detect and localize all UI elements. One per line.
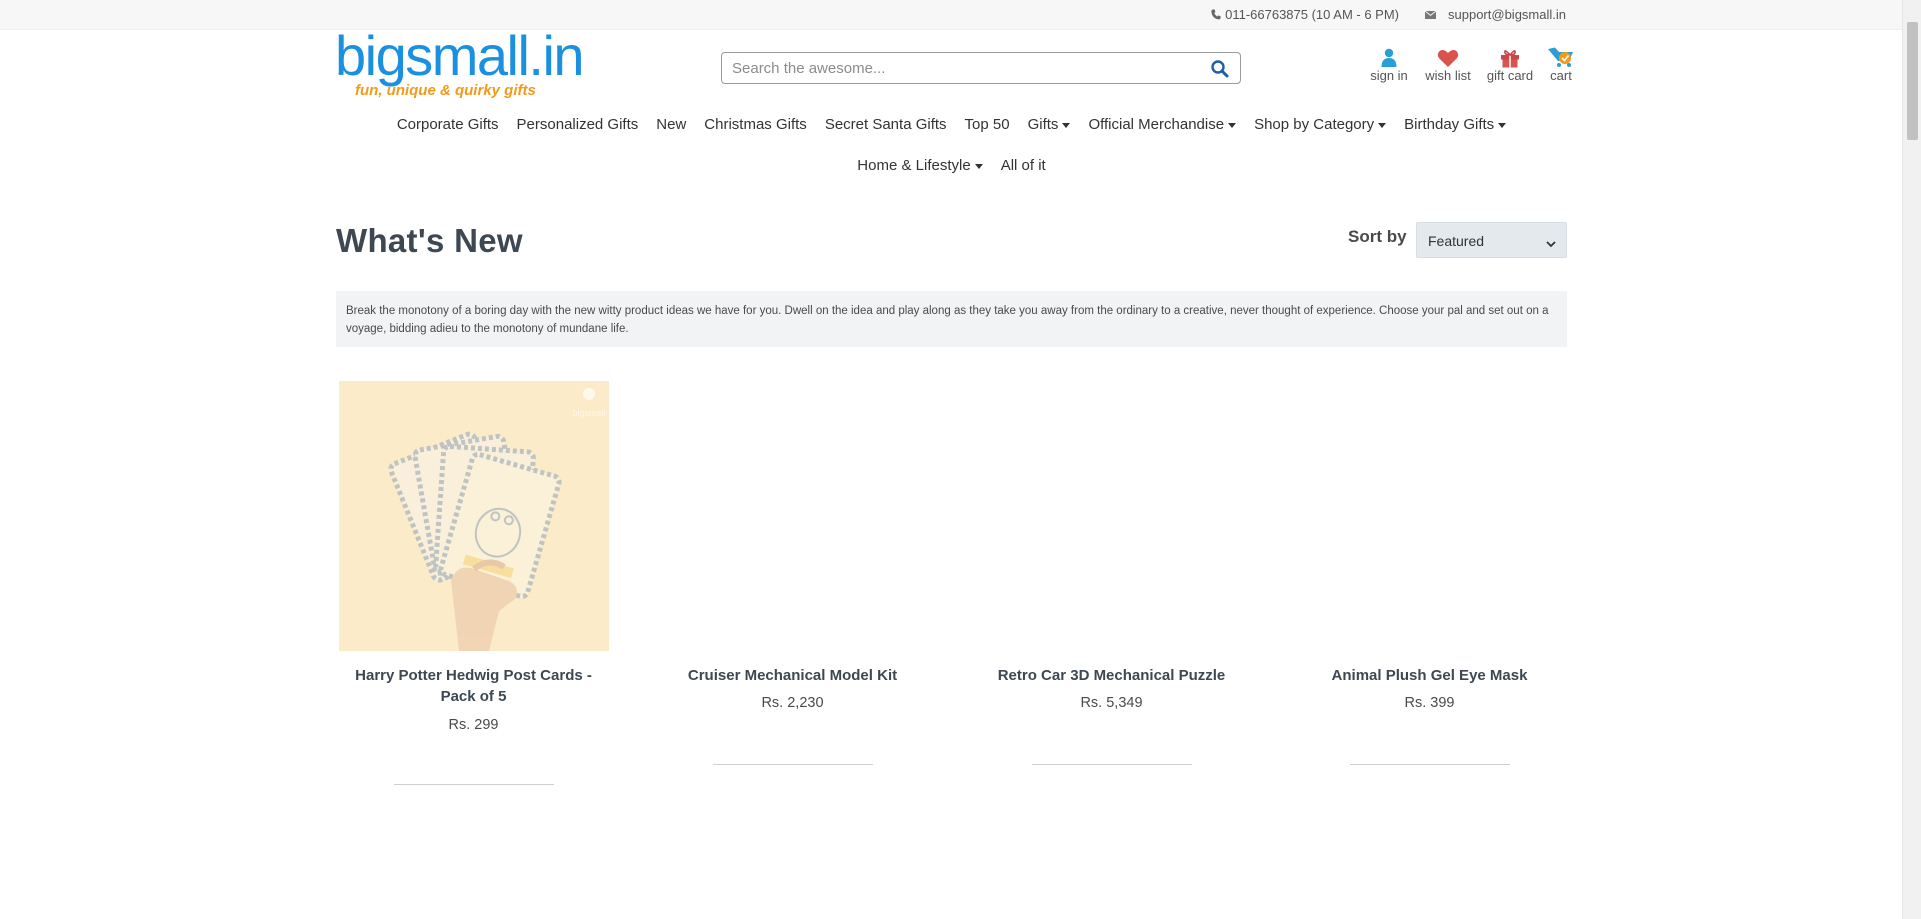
main-nav-row-2: Home & Lifestyle All of it bbox=[336, 155, 1567, 175]
product-divider bbox=[393, 784, 554, 785]
product-price: Rs. 2,230 bbox=[761, 695, 824, 711]
nav-label: Christmas Gifts bbox=[704, 115, 807, 133]
nav-label: New bbox=[656, 115, 687, 133]
product-price: Rs. 299 bbox=[448, 717, 499, 733]
caret-down-icon bbox=[1228, 122, 1237, 128]
nav-label: Birthday Gifts bbox=[1404, 115, 1495, 133]
page-scrollbar[interactable] bbox=[1902, 0, 1921, 919]
caret-down-icon bbox=[1378, 122, 1387, 128]
wish-list-label: wish list bbox=[1425, 68, 1471, 83]
nav-label: Secret Santa Gifts bbox=[824, 115, 947, 133]
nav-label: All of it bbox=[1000, 156, 1046, 174]
user-icon bbox=[1360, 46, 1418, 68]
product-card[interactable]: bigsmall Harry Potter Hedwig Post Cards … bbox=[336, 381, 611, 785]
product-price: Rs. 399 bbox=[1404, 695, 1455, 711]
phone-number: 011-66763875 (10 AM - 6 PM) bbox=[1225, 7, 1400, 22]
main-nav-secondary: Home & Lifestyle All of it bbox=[336, 155, 1567, 175]
cart-label: cart bbox=[1550, 68, 1572, 83]
gift-card-link[interactable]: gift card bbox=[1478, 46, 1542, 83]
main-nav: Corporate Gifts Personalized Gifts New C… bbox=[336, 114, 1567, 134]
postcards-image: bigsmall bbox=[338, 381, 609, 651]
cart-icon bbox=[1542, 46, 1580, 68]
sort-select[interactable]: Featured bbox=[1416, 222, 1567, 258]
product-divider bbox=[1349, 764, 1510, 765]
caret-down-icon bbox=[1498, 122, 1507, 128]
nav-gifts[interactable]: Gifts bbox=[1028, 116, 1071, 133]
logo-tagline: fun, unique & quirky gifts bbox=[355, 82, 536, 99]
search-input[interactable] bbox=[732, 57, 1192, 79]
product-image[interactable] bbox=[658, 381, 928, 651]
email-address: support@bigsmall.in bbox=[1448, 7, 1566, 22]
chevron-down-icon bbox=[1546, 235, 1556, 251]
envelope-icon bbox=[1425, 10, 1437, 19]
sign-in-label: sign in bbox=[1370, 68, 1408, 83]
nav-home-lifestyle[interactable]: Home & Lifestyle bbox=[857, 156, 983, 174]
nav-official-merchandise[interactable]: Official Merchandise bbox=[1088, 115, 1237, 133]
product-name[interactable]: Cruiser Mechanical Model Kit bbox=[655, 665, 930, 686]
nav-label: Gifts bbox=[1027, 115, 1059, 133]
product-divider bbox=[712, 764, 873, 765]
product-name[interactable]: Harry Potter Hedwig Post Cards - Pack of… bbox=[336, 665, 611, 707]
top-bar: 011-66763875 (10 AM - 6 PM) support@bigs… bbox=[0, 0, 1902, 30]
logo-wordmark: bigsmall.in bbox=[335, 24, 585, 87]
nav-label: Home & Lifestyle bbox=[857, 156, 971, 174]
page-title: What's New bbox=[336, 222, 523, 259]
caret-down-icon bbox=[1062, 122, 1071, 128]
svg-text:bigsmall: bigsmall bbox=[572, 408, 605, 418]
sign-in-link[interactable]: sign in bbox=[1360, 46, 1418, 83]
nav-new[interactable]: New bbox=[656, 116, 686, 133]
nav-corporate-gifts[interactable]: Corporate Gifts bbox=[397, 116, 499, 133]
nav-secret-santa-gifts[interactable]: Secret Santa Gifts bbox=[825, 116, 947, 133]
nav-christmas-gifts[interactable]: Christmas Gifts bbox=[704, 116, 807, 133]
contact-info: 011-66763875 (10 AM - 6 PM) support@bigs… bbox=[1211, 7, 1566, 22]
product-card[interactable]: Animal Plush Gel Eye Mask Rs. 399 bbox=[1292, 381, 1567, 765]
sort-label: Sort by bbox=[1348, 227, 1407, 246]
main-nav-row-1: Corporate Gifts Personalized Gifts New C… bbox=[336, 114, 1567, 134]
header-actions: sign in wish list gift card cart bbox=[1360, 46, 1580, 83]
nav-label: Top 50 bbox=[964, 115, 1010, 133]
nav-label: Corporate Gifts bbox=[396, 115, 499, 133]
heart-icon bbox=[1418, 46, 1478, 68]
scrollbar-thumb[interactable] bbox=[1907, 22, 1918, 140]
product-card[interactable]: Cruiser Mechanical Model Kit Rs. 2,230 bbox=[655, 381, 930, 765]
nav-shop-by-category[interactable]: Shop by Category bbox=[1254, 115, 1387, 133]
site-logo[interactable]: bigsmall.in fun, unique & quirky gifts bbox=[335, 28, 595, 102]
product-image[interactable] bbox=[1295, 381, 1565, 651]
phone-contact[interactable]: 011-66763875 (10 AM - 6 PM) bbox=[1211, 7, 1399, 22]
search-box bbox=[721, 52, 1241, 84]
product-divider bbox=[1031, 764, 1192, 765]
nav-label: Official Merchandise bbox=[1088, 115, 1225, 133]
caret-down-icon bbox=[974, 163, 983, 169]
gift-icon bbox=[1478, 46, 1542, 68]
product-image[interactable]: bigsmall bbox=[338, 381, 609, 651]
nav-personalized-gifts[interactable]: Personalized Gifts bbox=[517, 116, 639, 133]
nav-label: Personalized Gifts bbox=[516, 115, 639, 133]
product-card[interactable]: Retro Car 3D Mechanical Puzzle Rs. 5,349 bbox=[974, 381, 1249, 765]
product-name[interactable]: Animal Plush Gel Eye Mask bbox=[1292, 665, 1567, 686]
product-image[interactable] bbox=[977, 381, 1247, 651]
category-description: Break the monotony of a boring day with … bbox=[336, 291, 1567, 347]
search-icon[interactable] bbox=[1210, 59, 1230, 79]
nav-top-50[interactable]: Top 50 bbox=[965, 116, 1010, 133]
email-contact[interactable]: support@bigsmall.in bbox=[1425, 7, 1566, 22]
sort-selected-value: Featured bbox=[1428, 233, 1485, 249]
cart-link[interactable]: cart bbox=[1542, 46, 1580, 83]
nav-label: Shop by Category bbox=[1254, 115, 1375, 133]
product-price: Rs. 5,349 bbox=[1080, 695, 1143, 711]
nav-birthday-gifts[interactable]: Birthday Gifts bbox=[1404, 115, 1507, 133]
phone-icon bbox=[1211, 9, 1221, 20]
nav-all-of-it[interactable]: All of it bbox=[1001, 157, 1046, 174]
wish-list-link[interactable]: wish list bbox=[1418, 46, 1478, 83]
gift-card-label: gift card bbox=[1486, 68, 1534, 83]
product-name[interactable]: Retro Car 3D Mechanical Puzzle bbox=[974, 665, 1249, 686]
